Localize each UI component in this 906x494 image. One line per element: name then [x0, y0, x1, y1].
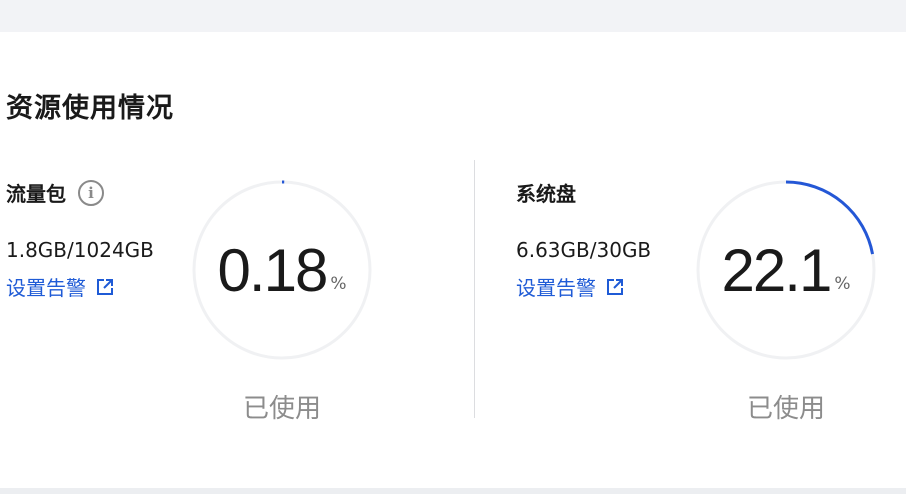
percent-unit: % — [330, 274, 347, 294]
metric-name: 流量包 i — [6, 178, 104, 207]
gauge-value: 0.18 % — [190, 178, 374, 362]
set-alert-label: 设置告警 — [6, 276, 86, 300]
used-label: 已使用 — [746, 394, 825, 424]
usage-text: 6.63GB/30GB — [516, 238, 652, 262]
used-label: 已使用 — [242, 394, 321, 424]
metric-name: 系统盘 — [516, 178, 576, 207]
external-link-icon — [96, 278, 114, 296]
metric-name-label: 系统盘 — [516, 182, 576, 206]
gauge-value: 22.1 % — [694, 178, 878, 362]
usage-gauge: 0.18 % — [190, 178, 374, 362]
metric-system-disk: 系统盘 6.63GB/30GB 设置告警 22.1 % 已使用 — [510, 32, 906, 488]
set-alert-link[interactable]: 设置告警 — [516, 272, 624, 301]
usage-gauge: 22.1 % — [694, 178, 878, 362]
page-bottom-strip — [0, 488, 906, 494]
percent-unit: % — [834, 274, 851, 294]
resource-usage-card: 资源使用情况 流量包 i 1.8GB/1024GB 设置告警 0.18 % 已使… — [0, 32, 906, 488]
divider — [474, 160, 475, 418]
percent-value: 22.1 — [721, 236, 833, 304]
percent-value: 0.18 — [217, 236, 329, 304]
usage-text: 1.8GB/1024GB — [6, 238, 154, 262]
external-link-icon — [606, 278, 624, 296]
metric-traffic-package: 流量包 i 1.8GB/1024GB 设置告警 0.18 % 已使用 — [0, 32, 450, 488]
info-icon[interactable]: i — [78, 179, 104, 206]
metric-name-label: 流量包 — [6, 182, 66, 206]
set-alert-link[interactable]: 设置告警 — [6, 272, 114, 301]
set-alert-label: 设置告警 — [516, 276, 596, 300]
